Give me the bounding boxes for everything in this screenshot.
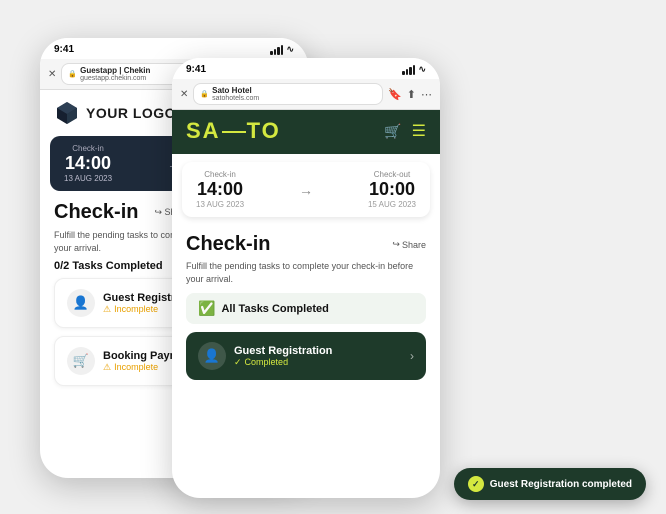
notif-check-icon: ✓: [468, 476, 484, 492]
p2-section: Check-in ↪ Share Fulfill the pending tas…: [172, 225, 440, 388]
p2-cart-icon[interactable]: 🛒: [384, 123, 401, 140]
p2-share-button[interactable]: ↪ Share: [392, 239, 426, 250]
p2-checkin-block: Check-in 14:00 13 AUG 2023: [196, 170, 244, 209]
browser-title-2: Sato Hotel: [212, 86, 259, 95]
p2-all-done-text: All Tasks Completed: [221, 303, 328, 315]
p2-menu-icon[interactable]: ☰: [412, 121, 426, 141]
p2-checkin-time: 14:00: [196, 179, 244, 200]
phone-2: 9:41 ∿ ✕ 🔒 Sato Hotel satohotels.com 🔖 ⬆…: [172, 58, 440, 498]
status-bar-2: 9:41 ∿: [172, 58, 440, 79]
status-bar-1: 9:41 ∿: [40, 38, 308, 59]
wifi-icon-1: ∿: [286, 44, 294, 55]
lock-icon-2: 🔒: [200, 90, 209, 98]
p2-logo-line: [222, 131, 246, 134]
signal-icon-2: [402, 65, 415, 75]
browser-actions-2: 🔖 ⬆ ⋯: [388, 88, 432, 101]
p1-checkin-block: Check-in 14:00 13 AUG 2023: [64, 144, 112, 183]
bookmark-icon-2[interactable]: 🔖: [388, 88, 402, 101]
p2-task-guest-name: Guest Registration: [234, 345, 402, 357]
notification-pill: ✓ Guest Registration completed: [454, 468, 646, 500]
notif-text: Guest Registration completed: [490, 479, 632, 490]
browser-domain-2: satohotels.com: [212, 95, 259, 102]
lock-icon-1: 🔒: [68, 70, 77, 78]
p2-task-guest-status: ✓ Completed: [234, 357, 402, 368]
status-icons-1: ∿: [270, 44, 294, 55]
p2-header-actions: 🛒 ☰: [384, 121, 426, 141]
status-time-1: 9:41: [54, 44, 74, 55]
p1-section-title: Check-in: [54, 201, 138, 224]
browser-title-1: Guestapp | Chekin: [80, 66, 150, 75]
warning-icon-2: ⚠: [103, 362, 111, 373]
p1-checkin-label: Check-in: [64, 144, 112, 153]
p2-checkin-label: Check-in: [196, 170, 244, 179]
share-icon-2[interactable]: ⬆: [407, 88, 416, 101]
url-bar-2[interactable]: 🔒 Sato Hotel satohotels.com: [193, 83, 383, 105]
p2-checkout-block: Check-out 10:00 15 AUG 2023: [368, 170, 416, 209]
p2-all-tasks-done: ✅ All Tasks Completed: [186, 293, 426, 324]
p1-task-guest-icon: 👤: [67, 289, 95, 317]
share-arrow-icon: ↪: [392, 239, 400, 250]
signal-icon-1: [270, 45, 283, 55]
browser-domain-1: guestapp.chekin.com: [80, 75, 150, 82]
p1-checkin-time: 14:00: [64, 153, 112, 174]
p1-logo: YOUR LOGO: [54, 100, 176, 126]
p2-arrow-icon: →: [299, 182, 313, 198]
status-icons-2: ∿: [402, 64, 426, 75]
close-tab-2[interactable]: ✕: [180, 89, 188, 100]
more-icon-2[interactable]: ⋯: [421, 88, 432, 101]
p2-check-icon: ✓: [234, 357, 242, 368]
p1-task-booking-icon: 🛒: [67, 347, 95, 375]
p1-checkin-date: 13 AUG 2023: [64, 174, 112, 183]
p2-title-row: Check-in ↪ Share: [186, 233, 426, 256]
p2-task-guest-info: Guest Registration ✓ Completed: [234, 345, 402, 368]
p2-all-done-checkmark: ✅: [198, 300, 215, 317]
warning-icon-1: ⚠: [103, 304, 111, 315]
p2-checkin-date: 13 AUG 2023: [196, 200, 244, 209]
p2-checkout-date: 15 AUG 2023: [368, 200, 416, 209]
wifi-icon-2: ∿: [418, 64, 426, 75]
logo-cube-icon: [54, 100, 80, 126]
p2-checkout-time: 10:00: [368, 179, 416, 200]
p2-logo-header: SATO 🛒 ☰: [172, 110, 440, 154]
browser-bar-2: ✕ 🔒 Sato Hotel satohotels.com 🔖 ⬆ ⋯: [172, 79, 440, 110]
status-time-2: 9:41: [186, 64, 206, 75]
p2-task-guest-registration[interactable]: 👤 Guest Registration ✓ Completed ›: [186, 332, 426, 380]
p2-section-title: Check-in: [186, 233, 270, 256]
p2-logo: SATO: [186, 118, 281, 144]
close-tab-1[interactable]: ✕: [48, 69, 56, 80]
p2-description: Fulfill the pending tasks to complete yo…: [186, 260, 426, 285]
p1-logo-text: YOUR LOGO: [86, 105, 176, 121]
p2-checkout-label: Check-out: [368, 170, 416, 179]
p2-task-guest-chevron: ›: [410, 349, 414, 363]
p2-task-guest-icon: 👤: [198, 342, 226, 370]
p2-checkin-bar: Check-in 14:00 13 AUG 2023 → Check-out 1…: [182, 162, 430, 217]
